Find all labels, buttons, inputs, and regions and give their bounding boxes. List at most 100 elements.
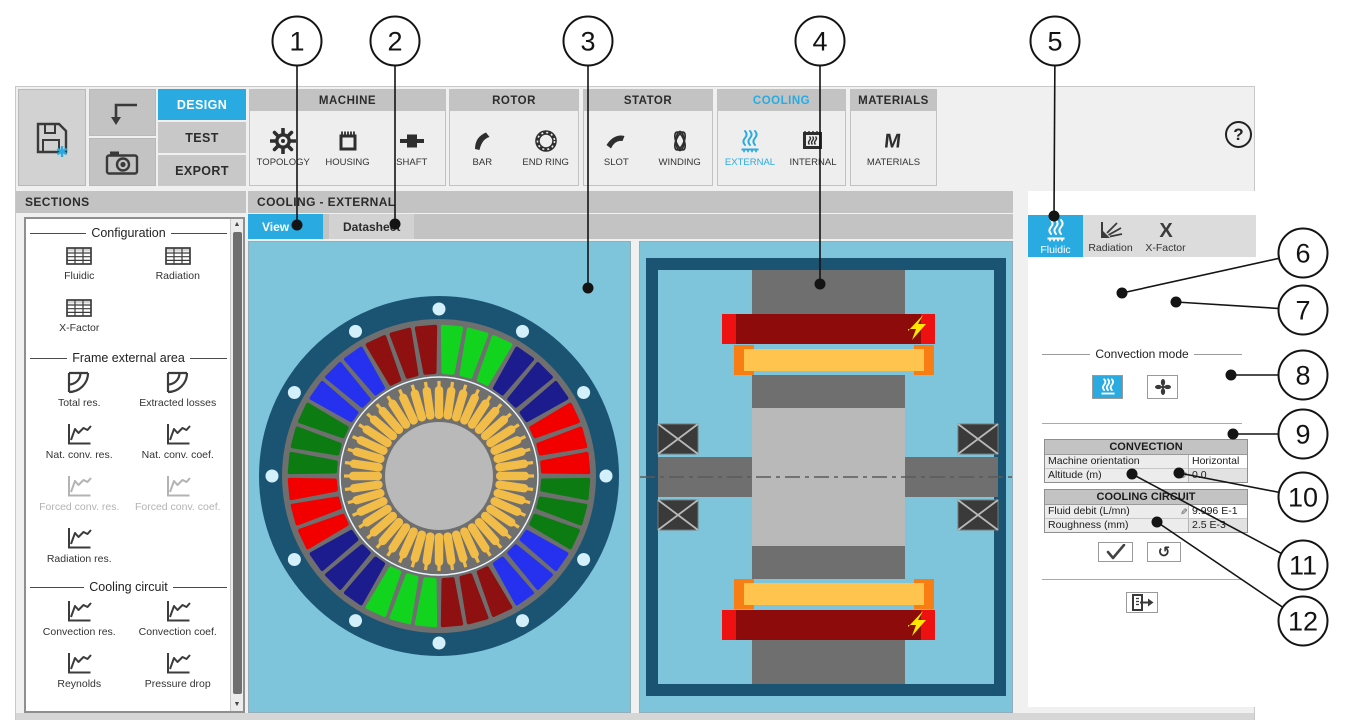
slot-icon	[603, 128, 629, 154]
table-icon	[64, 244, 94, 268]
tab-fluidic[interactable]: Fluidic	[1028, 215, 1083, 257]
sidebar-item-label: Forced conv. res.	[39, 501, 119, 513]
housing-icon	[335, 128, 361, 154]
help-button[interactable]: ?	[1225, 121, 1252, 148]
svg-text:X: X	[1159, 220, 1173, 241]
sidebar-item-label: Convection coef.	[139, 626, 217, 638]
svg-text:✱: ✱	[56, 143, 69, 159]
chart-icon	[163, 473, 193, 499]
sidebar-item-pressure-drop[interactable]: Pressure drop	[129, 650, 228, 702]
heat-waves-icon	[1043, 217, 1069, 243]
section-group-title: Configuration	[30, 226, 227, 240]
sidebar-item-reynolds[interactable]: Reynolds	[30, 650, 129, 702]
reset-button[interactable]: ↺	[1147, 542, 1181, 562]
machine-orientation-value[interactable]: Horizontal	[1189, 455, 1247, 468]
camera-icon	[104, 147, 142, 177]
table-row: Machine orientation Horizontal	[1045, 455, 1247, 468]
sidebar-item-fluidic[interactable]: Fluidic	[30, 244, 129, 296]
axial-cross-section	[640, 242, 1012, 712]
forced-convection-fan-button[interactable]	[1147, 375, 1178, 399]
tab-design[interactable]: DESIGN	[158, 89, 246, 120]
callout-12-number: 12	[1288, 607, 1318, 637]
ribbon-group-title: ROTOR	[450, 90, 578, 111]
ribbon-item-materials[interactable]: M MATERIALS	[863, 128, 925, 168]
sidebar-item-radiation[interactable]: Radiation	[129, 244, 228, 296]
sidebar-item-convection-coef[interactable]: Convection coef.	[129, 598, 228, 650]
roughness-value[interactable]: 2.5 E-3	[1189, 519, 1247, 532]
tab-test[interactable]: TEST	[158, 122, 246, 153]
sidebar-item-forced-conv-coef: Forced conv. coef.	[129, 473, 228, 525]
tab-view[interactable]: View	[248, 214, 323, 239]
scrollbar-thumb[interactable]	[233, 232, 242, 694]
x-factor-icon: X	[1154, 219, 1178, 241]
convection-table-title: CONVECTION	[1045, 440, 1247, 455]
tab-radiation[interactable]: Radiation	[1083, 215, 1138, 257]
sidebar-item-nat-conv-res[interactable]: Nat. conv. res.	[30, 421, 129, 473]
callout-2-number: 2	[387, 27, 402, 57]
tab-xfactor-label: X-Factor	[1145, 242, 1185, 254]
scroll-up-icon[interactable]: ▲	[231, 219, 243, 231]
tab-export[interactable]: EXPORT	[158, 155, 246, 186]
fluid-debit-value[interactable]: 9.996 E-1	[1189, 505, 1247, 518]
table-row: Fluid debit (L/mn) ✎ 9.996 E-1	[1045, 505, 1247, 518]
callout-1-circle	[273, 17, 322, 66]
ribbon-item-label: END RING	[522, 157, 568, 168]
ribbon-item-bar[interactable]: BAR	[451, 128, 513, 168]
edit-icon: ✎	[1176, 508, 1189, 516]
undo-button[interactable]	[89, 89, 156, 136]
sidebar-item-label: Total res.	[58, 397, 101, 409]
tab-radiation-label: Radiation	[1088, 242, 1132, 254]
svg-text:M: M	[883, 131, 902, 153]
sidebar-item-label: Radiation res.	[47, 553, 112, 565]
apply-button[interactable]	[1098, 542, 1133, 562]
callout-9-circle	[1279, 410, 1328, 459]
sidebar-item-label: Fluidic	[64, 270, 94, 282]
internal-icon	[800, 128, 826, 154]
callout-8-number: 8	[1295, 361, 1310, 391]
ribbon-item-slot[interactable]: SLOT	[585, 128, 647, 168]
save-button[interactable]: ✱	[18, 89, 86, 186]
sidebar-item-x-factor[interactable]: X-Factor	[30, 296, 129, 348]
ribbon-item-housing[interactable]: HOUSING	[317, 128, 379, 168]
endring-icon	[533, 128, 559, 154]
altitude-value[interactable]: 0.0	[1189, 469, 1247, 482]
chart-icon	[64, 598, 94, 624]
sidebar-item-radiation-res[interactable]: Radiation res.	[30, 525, 129, 577]
snapshot-button[interactable]	[89, 138, 156, 186]
scroll-down-icon[interactable]: ▼	[231, 699, 243, 711]
arcs-icon	[64, 369, 94, 395]
sidebar-item-label: Nat. conv. res.	[46, 449, 113, 461]
ribbon-item-shaft[interactable]: SHAFT	[381, 128, 443, 168]
sidebar-scrollbar[interactable]: ▲ ▼	[230, 219, 243, 711]
ribbon-item-end-ring[interactable]: END RING	[515, 128, 577, 168]
callout-5-circle	[1031, 17, 1080, 66]
sidebar-item-convection-res[interactable]: Convection res.	[30, 598, 129, 650]
convection-mode-label: Convection mode	[1095, 347, 1188, 361]
sidebar-item-label: X-Factor	[59, 322, 99, 334]
ribbon-item-internal[interactable]: INTERNAL	[782, 128, 844, 168]
tab-xfactor[interactable]: X X-Factor	[1138, 215, 1193, 257]
section-group-items: Total res. Extracted losses Nat. conv. res…	[30, 369, 227, 577]
table-icon	[64, 296, 94, 320]
ribbon-group-title: COOLING	[718, 90, 845, 111]
cooling-circuit-table-title: COOLING CIRCUIT	[1045, 490, 1247, 505]
ribbon-item-label: MATERIALS	[867, 157, 920, 168]
export-results-button[interactable]	[1126, 592, 1158, 613]
sidebar-item-total-res[interactable]: Total res.	[30, 369, 129, 421]
chart-icon	[64, 525, 94, 551]
shaft-icon	[399, 128, 425, 154]
natural-convection-button[interactable]	[1092, 375, 1123, 399]
tab-datasheet[interactable]: Datasheet	[329, 214, 414, 239]
section-group-title: Cooling circuit	[30, 580, 227, 594]
sidebar-item-nat-conv-coef[interactable]: Nat. conv. coef.	[129, 421, 228, 473]
sidebar-item-extracted-losses[interactable]: Extracted losses	[129, 369, 228, 421]
radial-view-panel	[248, 241, 631, 713]
ribbon-item-external[interactable]: EXTERNAL	[719, 128, 781, 168]
ribbon-item-topology[interactable]: TOPOLOGY	[252, 128, 314, 168]
ribbon-item-winding[interactable]: WINDING	[649, 128, 711, 168]
window-bottom-strip	[16, 713, 1254, 720]
sidebar-item-label: Forced conv. coef.	[135, 501, 221, 513]
chart-icon	[64, 650, 94, 676]
sidebar-item-label: Nat. conv. coef.	[142, 449, 214, 461]
edit-icon: ✎	[1176, 472, 1189, 480]
